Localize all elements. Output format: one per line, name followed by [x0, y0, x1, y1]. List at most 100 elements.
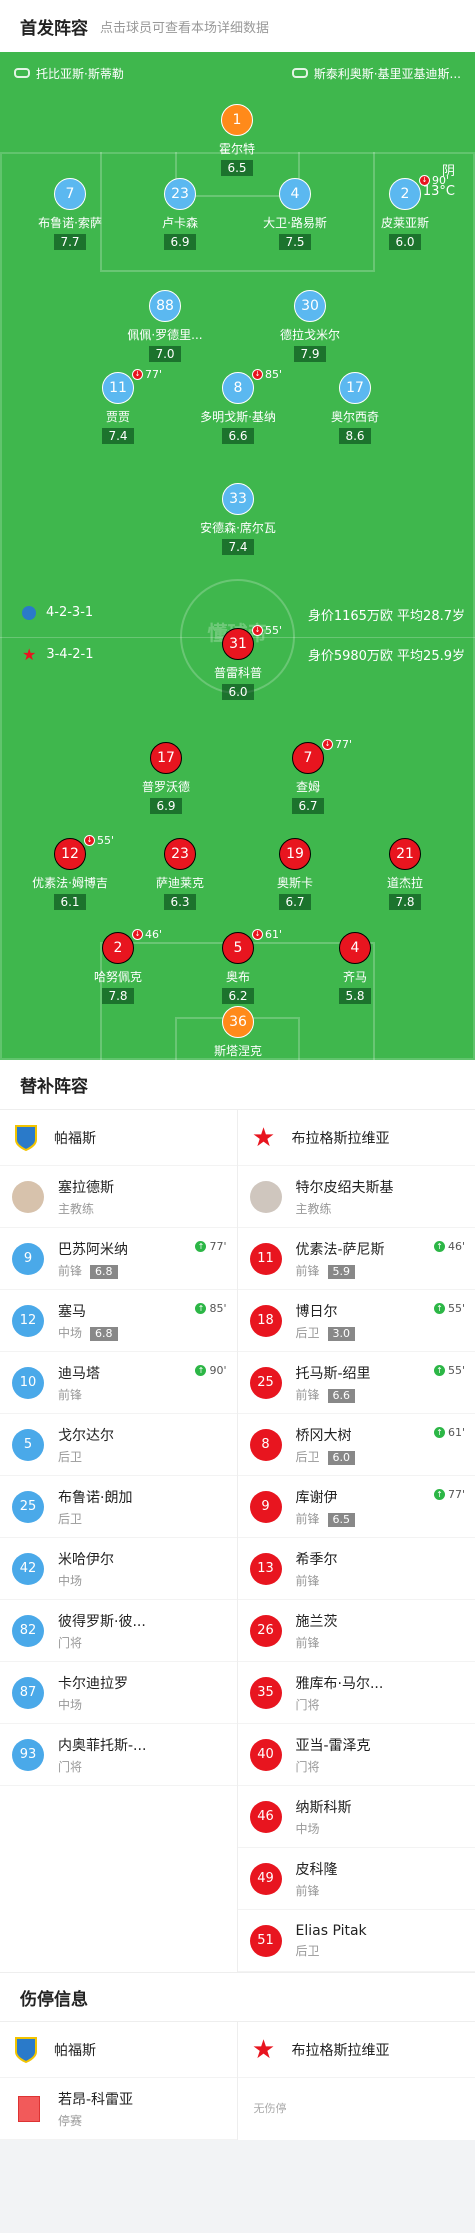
player-rating: 7.8 — [389, 894, 421, 910]
jersey-number: 5 — [222, 932, 254, 964]
jersey-number: 8 — [222, 372, 254, 404]
sub-in-icon: ↑ — [195, 1365, 207, 1376]
player-name: 奥布 — [225, 970, 250, 984]
player-rating: 6.8 — [90, 1264, 118, 1279]
sub-player-row[interactable]: 40 亚当-雷泽克 门将 — [237, 1724, 475, 1786]
away-team-row[interactable]: ★ 布拉格斯拉维亚 — [237, 1110, 475, 1166]
player-name: 查姆 — [295, 780, 320, 794]
sub-player-row[interactable]: 49 皮科隆 前锋 — [237, 1848, 475, 1910]
home-player[interactable]: 8 多明戈斯·基纳 6.6 ↓ 85' — [188, 368, 288, 444]
sub-player-row[interactable]: 18 博日尔 后卫 3.0 ↑ 55' — [237, 1290, 475, 1352]
player-rating: 6.9 — [150, 798, 182, 814]
away-player[interactable]: 23 萨迪莱克 6.3 — [130, 838, 230, 910]
section-title: 首发阵容 — [20, 18, 88, 39]
away-player[interactable]: 17 普罗沃德 6.9 — [116, 742, 216, 814]
away-player[interactable]: 5 奥布 6.2 ↓ 61' — [188, 928, 288, 1004]
home-injury-player[interactable]: 若昂-科雷亚 停赛 — [0, 2078, 237, 2140]
jersey-number: 4 — [339, 932, 371, 964]
player-name: 皮科隆 — [295, 1861, 338, 1878]
sub-player-row[interactable]: 82 彼得罗斯·彼... 门将 — [0, 1600, 237, 1662]
pitch: 托比亚斯·斯蒂勒 斯泰利奥斯·基里亚基迪斯... 阴13°C 懂球帝 4-2-3… — [0, 52, 475, 1060]
sub-time: ↓ 85' — [252, 368, 282, 381]
sub-player-row[interactable]: 10 迪马塔 前锋 ↑ 90' — [0, 1352, 237, 1414]
player-rating: 6.6 — [327, 1388, 356, 1403]
sub-player-row[interactable]: 46 纳斯科斯 中场 — [237, 1786, 475, 1848]
home-player[interactable]: 33 安德森·席尔瓦 7.4 — [188, 483, 288, 555]
player-name: 库谢伊 — [295, 1489, 338, 1506]
home-injury-team[interactable]: 帕福斯 — [0, 2022, 237, 2078]
sub-player-row[interactable]: 87 卡尔迪拉罗 中场 — [0, 1662, 237, 1724]
player-position: 中场 6.8 — [58, 1324, 118, 1341]
sub-player-row[interactable]: 26 施兰茨 前锋 — [237, 1600, 475, 1662]
sub-player-row[interactable]: 12 塞马 中场 6.8 ↑ 85' — [0, 1290, 237, 1352]
player-rating: 6.0 — [222, 684, 254, 700]
away-player[interactable]: 2 哈努佩克 7.8 ↓ 46' — [68, 928, 168, 1004]
away-player[interactable]: 31 普雷科普 6.0 ↓ 55' — [188, 624, 288, 700]
home-player[interactable]: 11 贾贾 7.4 ↓ 77' — [68, 368, 168, 444]
player-name: 皮莱亚斯 — [380, 216, 429, 230]
player-position: 前锋 — [58, 1387, 83, 1402]
away-player[interactable]: 7 查姆 6.7 ↓ 77' — [258, 738, 358, 814]
home-player[interactable]: 23 卢卡森 6.9 — [130, 178, 230, 250]
sub-in-icon: ↑ — [433, 1241, 445, 1252]
sub-player-row[interactable]: 42 米哈伊尔 中场 — [0, 1538, 237, 1600]
avatar — [249, 1180, 282, 1213]
sub-player-row[interactable]: 8 桥冈大树 后卫 6.0 ↑ 61' — [237, 1414, 475, 1476]
sub-player-row[interactable]: 5 戈尔达尔 后卫 — [0, 1414, 237, 1476]
player-position: 前锋 6.5 — [296, 1510, 356, 1527]
player-name: 博日尔 — [295, 1303, 338, 1320]
red-card-icon — [18, 2095, 40, 2122]
sub-player-row[interactable]: 13 希季尔 前锋 — [237, 1538, 475, 1600]
sub-out-icon: ↓ — [84, 835, 95, 846]
sub-player-row[interactable]: 51 Elias Pitak 后卫 — [237, 1910, 475, 1972]
home-player[interactable]: 2 皮莱亚斯 6.0 ↓ 90' — [355, 174, 455, 250]
player-name: 雅库布·马尔... — [295, 1675, 384, 1692]
home-player[interactable]: 7 布鲁诺·索萨 7.7 — [20, 178, 120, 250]
jersey-number: 25 — [12, 1490, 44, 1523]
player-rating: 6.7 — [292, 798, 324, 814]
player-name: 多明戈斯·基纳 — [200, 410, 276, 424]
home-player[interactable]: 30 德拉戈米尔 7.9 — [260, 290, 360, 362]
jersey-number: 51 — [249, 1924, 282, 1957]
sub-out-icon: ↓ — [252, 625, 263, 636]
away-player[interactable]: 12 优素法·姆博吉 6.1 ↓ 55' — [20, 834, 120, 910]
sub-time: ↓ 55' — [252, 624, 282, 637]
jersey-number: 10 — [12, 1366, 44, 1399]
home-player[interactable]: 4 大卫·路易斯 7.5 — [245, 178, 345, 250]
player-position: 门将 — [58, 1759, 83, 1774]
sub-in-icon: ↑ — [195, 1241, 207, 1252]
away-player[interactable]: 36斯塔涅克6.0 — [188, 1006, 288, 1060]
no-injury-text: 无伤停 — [253, 2102, 287, 2115]
away-player[interactable]: 4 齐马 5.8 — [305, 932, 405, 1004]
sub-player-row[interactable]: 35 雅库布·马尔... 门将 — [237, 1662, 475, 1724]
sub-out-icon: ↓ — [132, 369, 143, 380]
sub-player-row[interactable]: 9 巴苏阿米纳 前锋 6.8 ↑ 77' — [0, 1228, 237, 1290]
home-player[interactable]: 88 佩佩·罗德里... 7.0 — [115, 290, 215, 362]
player-rating: 8.6 — [339, 428, 371, 444]
injury-title: 伤停信息 — [0, 1972, 475, 2022]
avatar — [12, 1180, 44, 1213]
home-team-row[interactable]: 帕福斯 — [0, 1110, 237, 1166]
sub-player-row[interactable]: 9 库谢伊 前锋 6.5 ↑ 77' — [237, 1476, 475, 1538]
player-name: 哈努佩克 — [93, 970, 142, 984]
player-name: 道杰拉 — [386, 876, 423, 890]
sub-player-row[interactable]: 25 托马斯-绍里 前锋 6.6 ↑ 55' — [237, 1352, 475, 1414]
player-name: 奥斯卡 — [276, 876, 313, 890]
sub-player-row[interactable]: 11 优素法-萨尼斯 前锋 5.9 ↑ 46' — [237, 1228, 475, 1290]
pafos-logo-icon — [12, 1124, 40, 1152]
home-player[interactable]: 17 奥尔西奇 8.6 — [305, 372, 405, 444]
away-coach[interactable]: 特尔皮绍夫斯基 主教练 — [237, 1166, 475, 1228]
away-injury-team[interactable]: ★ 布拉格斯拉维亚 — [237, 2022, 475, 2078]
away-player[interactable]: 21 道杰拉 7.8 — [355, 838, 455, 910]
sub-player-row[interactable]: 25 布鲁诺·朗加 后卫 — [0, 1476, 237, 1538]
player-position: 中场 — [58, 1697, 83, 1712]
home-coach[interactable]: 塞拉德斯 主教练 — [0, 1166, 237, 1228]
jersey-number: 33 — [222, 483, 254, 515]
jersey-number: 49 — [249, 1862, 282, 1895]
player-name: 萨迪莱克 — [155, 876, 204, 890]
away-player[interactable]: 19 奥斯卡 6.7 — [245, 838, 345, 910]
home-player[interactable]: 1 霍尔特 6.5 — [187, 104, 287, 176]
player-rating: 7.8 — [102, 988, 134, 1004]
jersey-number: 9 — [12, 1242, 44, 1275]
sub-player-row[interactable]: 93 内奥菲托斯-... 门将 — [0, 1724, 237, 1786]
